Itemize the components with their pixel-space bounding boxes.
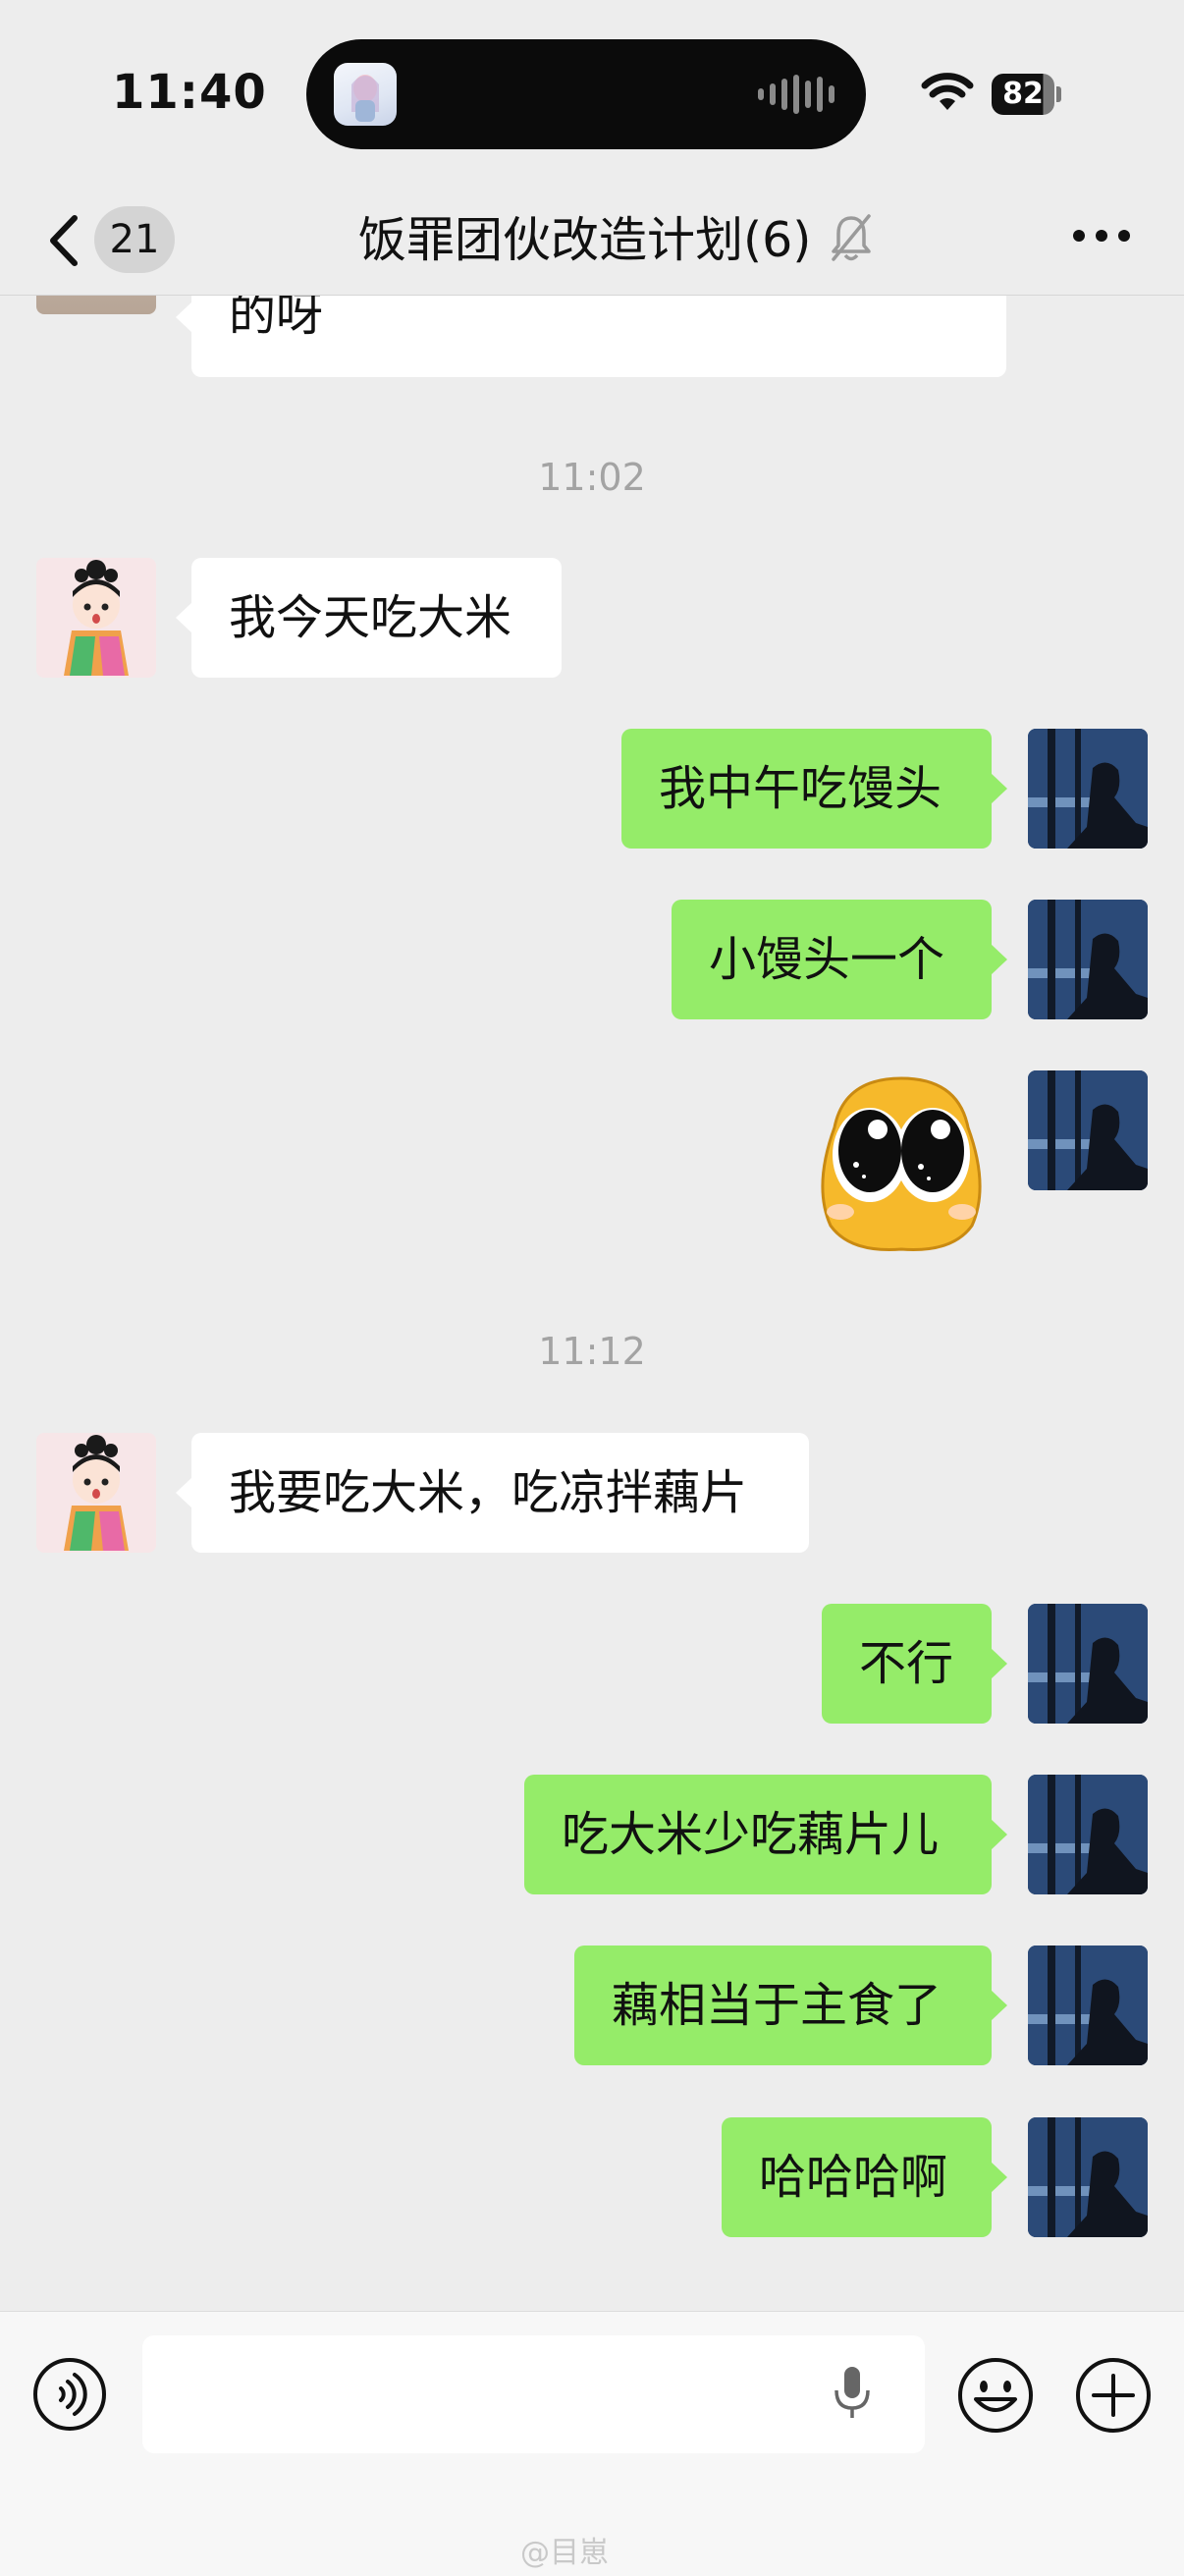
unread-count-badge[interactable]: 21 bbox=[94, 206, 175, 273]
voice-mode-icon[interactable] bbox=[31, 2356, 108, 2433]
self-avatar[interactable] bbox=[1028, 1604, 1148, 1724]
status-bar: 11:40 82 bbox=[0, 0, 1184, 187]
message-text: 吃大米少吃藕片儿 bbox=[562, 1807, 940, 1862]
chat-title[interactable]: 饭罪团伙改造计划(6) bbox=[358, 208, 811, 273]
back-chevron-icon[interactable] bbox=[43, 208, 82, 273]
self-avatar[interactable] bbox=[1028, 729, 1148, 849]
battery-icon: 82 bbox=[992, 74, 1061, 117]
self-avatar[interactable] bbox=[1028, 1946, 1148, 2065]
member-avatar[interactable] bbox=[36, 296, 156, 314]
member-avatar[interactable] bbox=[36, 1433, 156, 1553]
plus-icon[interactable] bbox=[1074, 2356, 1153, 2435]
self-avatar[interactable] bbox=[1028, 1775, 1148, 1894]
message-input[interactable] bbox=[142, 2335, 925, 2453]
watermark: @目崽 bbox=[520, 2536, 609, 2570]
chat-header: 21 饭罪团伙改造计划(6) bbox=[0, 187, 1184, 296]
timestamp: 11:12 bbox=[538, 1330, 646, 1373]
battery-level: 82 bbox=[1002, 77, 1044, 111]
member-avatar[interactable] bbox=[36, 558, 156, 678]
island-app-icon bbox=[334, 63, 397, 126]
message-bubble[interactable]: 藕相当于主食了 bbox=[574, 1946, 1007, 2065]
message-bubble[interactable]: 吃大米少吃藕片儿 bbox=[524, 1775, 1007, 1894]
message-bubble[interactable]: 的呀 bbox=[176, 296, 1006, 377]
message-text: 的呀 bbox=[229, 296, 324, 342]
wifi-icon bbox=[921, 73, 974, 110]
microphone-icon[interactable] bbox=[833, 2363, 872, 2422]
timestamp: 11:02 bbox=[538, 456, 646, 499]
dynamic-island[interactable] bbox=[306, 39, 866, 149]
message-bubble[interactable]: 不行 bbox=[822, 1604, 1007, 1724]
message-text: 我今天吃大米 bbox=[229, 590, 512, 645]
message-bubble[interactable]: 我今天吃大米 bbox=[176, 558, 562, 678]
message-text: 我中午吃馒头 bbox=[659, 761, 942, 816]
emoji-icon[interactable] bbox=[956, 2356, 1035, 2435]
message-text: 小馒头一个 bbox=[709, 932, 945, 987]
self-avatar[interactable] bbox=[1028, 900, 1148, 1019]
message-bubble[interactable]: 小馒头一个 bbox=[672, 900, 1007, 1019]
more-dots-icon[interactable] bbox=[1073, 230, 1130, 242]
message-text: 我要吃大米，吃凉拌藕片 bbox=[229, 1465, 748, 1520]
message-text: 不行 bbox=[859, 1636, 954, 1691]
message-bubble[interactable]: 我要吃大米，吃凉拌藕片 bbox=[176, 1433, 809, 1553]
status-time: 11:40 bbox=[112, 65, 267, 120]
self-avatar[interactable] bbox=[1028, 2117, 1148, 2237]
message-bubble[interactable]: 我中午吃馒头 bbox=[621, 729, 1007, 849]
message-text: 藕相当于主食了 bbox=[612, 1978, 942, 2033]
mute-bell-icon bbox=[832, 214, 871, 261]
message-text: 哈哈哈啊 bbox=[759, 2150, 948, 2205]
big-eyes-sticker[interactable] bbox=[805, 1069, 997, 1253]
audio-wave-icon bbox=[758, 73, 834, 116]
message-bubble[interactable]: 哈哈哈啊 bbox=[722, 2117, 1007, 2237]
self-avatar[interactable] bbox=[1028, 1070, 1148, 1190]
chat-messages[interactable]: 的呀 11:02 我今天吃大米 我中午吃馒头 小馒头一个 11:12 我要吃大米… bbox=[0, 296, 1184, 2311]
